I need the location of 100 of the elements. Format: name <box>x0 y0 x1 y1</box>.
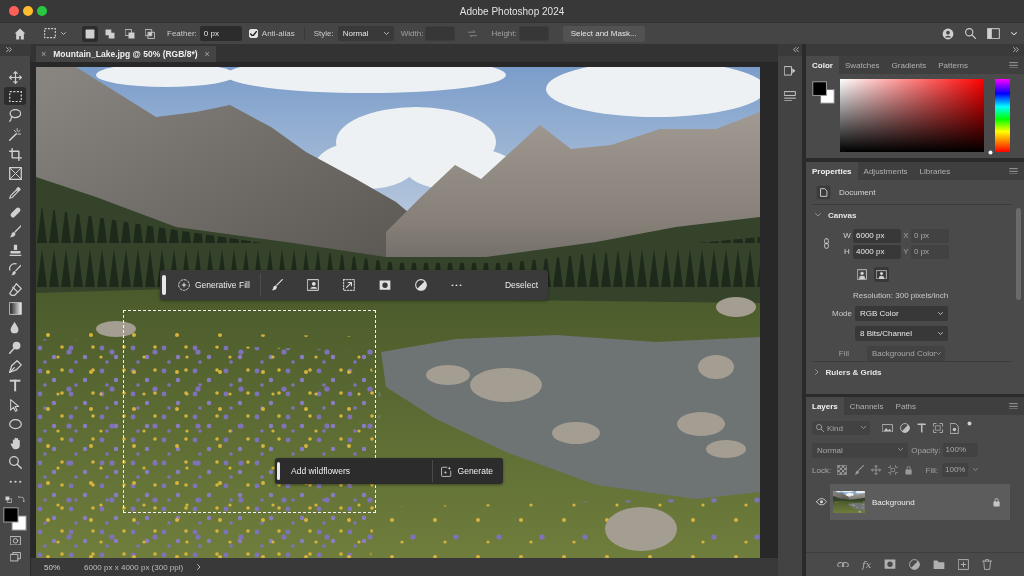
kind-dropdown[interactable]: Kind <box>812 421 870 435</box>
generate-button[interactable]: Generate <box>432 460 501 482</box>
chevron-right-icon[interactable] <box>815 369 819 375</box>
user-icon[interactable] <box>942 27 954 40</box>
panel-tab[interactable]: Adjustments <box>857 162 914 180</box>
close-button[interactable]: × <box>204 49 210 59</box>
menu-icon[interactable] <box>1009 167 1018 175</box>
stacked-bars-icon[interactable] <box>784 90 796 102</box>
effects-button[interactable]: fx <box>862 558 872 571</box>
overlapping-squares-icon <box>105 28 115 39</box>
zoom-button[interactable] <box>37 6 47 16</box>
double-chevron-icon[interactable] <box>6 47 12 53</box>
panel-tab[interactable]: Channels <box>843 397 890 415</box>
zoom-level[interactable]: 50% <box>44 562 60 572</box>
window-layout-icon[interactable] <box>987 27 1000 40</box>
eyedropper-icon <box>8 186 22 200</box>
dashed-square-arrow-icon[interactable] <box>342 279 355 291</box>
caret-icon[interactable] <box>973 468 978 472</box>
stamp-icon <box>8 244 22 257</box>
eye-icon[interactable] <box>815 498 827 506</box>
color-swatches-icon[interactable] <box>812 81 835 104</box>
close-button[interactable] <box>9 6 19 16</box>
panel-tab[interactable]: Swatches <box>838 56 886 74</box>
wand-icon <box>8 128 22 142</box>
color-swatches-icon[interactable] <box>3 506 27 531</box>
menu-icon[interactable] <box>1009 61 1018 69</box>
caret-icon <box>936 352 942 355</box>
layer-row[interactable]: Background <box>830 484 1010 520</box>
double-chevron-icon[interactable] <box>793 47 799 53</box>
chevron-down-icon[interactable] <box>815 213 821 217</box>
drag-handle[interactable] <box>162 275 166 295</box>
corner-brackets-icon[interactable] <box>933 423 944 433</box>
panel-tab[interactable]: Properties <box>806 162 858 180</box>
square-icon <box>85 28 95 39</box>
generative-fill-button[interactable]: Generative Fill <box>178 274 250 296</box>
deselect-button[interactable]: Deselect <box>502 274 540 296</box>
picture-icon[interactable] <box>882 423 893 433</box>
chevron-right-icon[interactable] <box>197 564 201 570</box>
type-icon[interactable] <box>917 423 927 433</box>
double-chevron-icon[interactable] <box>1013 47 1019 53</box>
framed-circle-icon[interactable] <box>9 535 21 546</box>
feather-field[interactable]: 0 px <box>199 26 242 41</box>
half-circle-icon[interactable] <box>909 559 921 570</box>
panel-tab[interactable]: Gradients <box>885 56 933 74</box>
framed-figure-icon[interactable] <box>306 279 319 291</box>
panel-tab[interactable]: Paths <box>889 397 923 415</box>
curved-arrow-icon[interactable] <box>18 495 25 503</box>
panel-tab[interactable]: Layers <box>806 397 844 415</box>
trash-icon[interactable] <box>982 559 993 570</box>
chain-link-icon[interactable] <box>837 561 849 568</box>
dot-icon[interactable] <box>967 421 973 426</box>
input-field[interactable]: 4000 px <box>853 244 901 259</box>
anti-alias-label: Anti-alias <box>261 29 295 38</box>
padlock-icon[interactable] <box>905 465 913 475</box>
portrait-button[interactable] <box>855 267 870 282</box>
document-tab[interactable]: × Mountain_Lake.jpg @ 50% (RGB/8*) × <box>36 46 216 62</box>
hand-icon <box>9 437 21 451</box>
lollipop-icon <box>8 340 22 354</box>
caret-icon[interactable] <box>1011 31 1017 36</box>
prompt-field[interactable]: Add wildflowers <box>283 460 432 482</box>
anti-alias-checkbox[interactable] <box>248 29 258 38</box>
link-icon[interactable] <box>824 238 829 249</box>
brush-icon[interactable] <box>270 279 283 291</box>
select-and-mask-button[interactable]: Select and Mask... <box>562 25 645 42</box>
square-arrow-icon[interactable] <box>784 66 796 76</box>
padlock-icon[interactable] <box>992 497 1000 507</box>
search-icon[interactable] <box>965 28 976 39</box>
color-field[interactable] <box>840 79 984 152</box>
hue-marker-icon[interactable] <box>988 150 993 155</box>
document-icon[interactable] <box>816 184 831 200</box>
section-title[interactable]: Rulers & Grids <box>825 367 882 377</box>
style-dropdown[interactable]: Normal <box>337 26 394 41</box>
mode-dropdown[interactable]: RGB Color <box>855 306 948 321</box>
plus-square-icon[interactable] <box>958 559 970 570</box>
circle-cutout-icon[interactable] <box>884 559 897 570</box>
panel-tab[interactable]: Patterns <box>932 56 975 74</box>
panel-tab[interactable]: Color <box>806 56 839 74</box>
drag-handle[interactable] <box>277 462 280 480</box>
folder-icon[interactable] <box>933 559 946 570</box>
input-field[interactable]: 6000 px <box>853 228 901 243</box>
selection-mode-button[interactable] <box>82 25 98 42</box>
page-icon[interactable] <box>950 422 960 434</box>
circle-cutout-icon[interactable] <box>378 279 391 291</box>
pen-nib-icon <box>8 359 22 373</box>
bit-depth-dropdown[interactable]: 8 Bits/Channel <box>855 326 948 341</box>
close-button[interactable]: × <box>41 49 47 59</box>
panel-tab[interactable]: Libraries <box>913 162 957 180</box>
half-circle-icon[interactable] <box>900 423 910 433</box>
menu-icon[interactable] <box>1009 402 1018 410</box>
minimize-button[interactable] <box>23 6 33 16</box>
section-title[interactable]: Canvas <box>828 210 857 220</box>
small-squares-icon[interactable] <box>5 495 12 503</box>
home-icon[interactable] <box>14 27 26 40</box>
landscape-button[interactable] <box>874 267 889 282</box>
checkerboard-icon[interactable] <box>837 465 848 475</box>
stacked-windows-icon[interactable] <box>9 552 21 562</box>
scrollbar-thumb[interactable] <box>1015 208 1021 300</box>
ellipsis-icon[interactable] <box>450 283 462 287</box>
sparkle-circle-icon <box>178 279 190 291</box>
marquee-tool-button[interactable] <box>4 87 26 106</box>
